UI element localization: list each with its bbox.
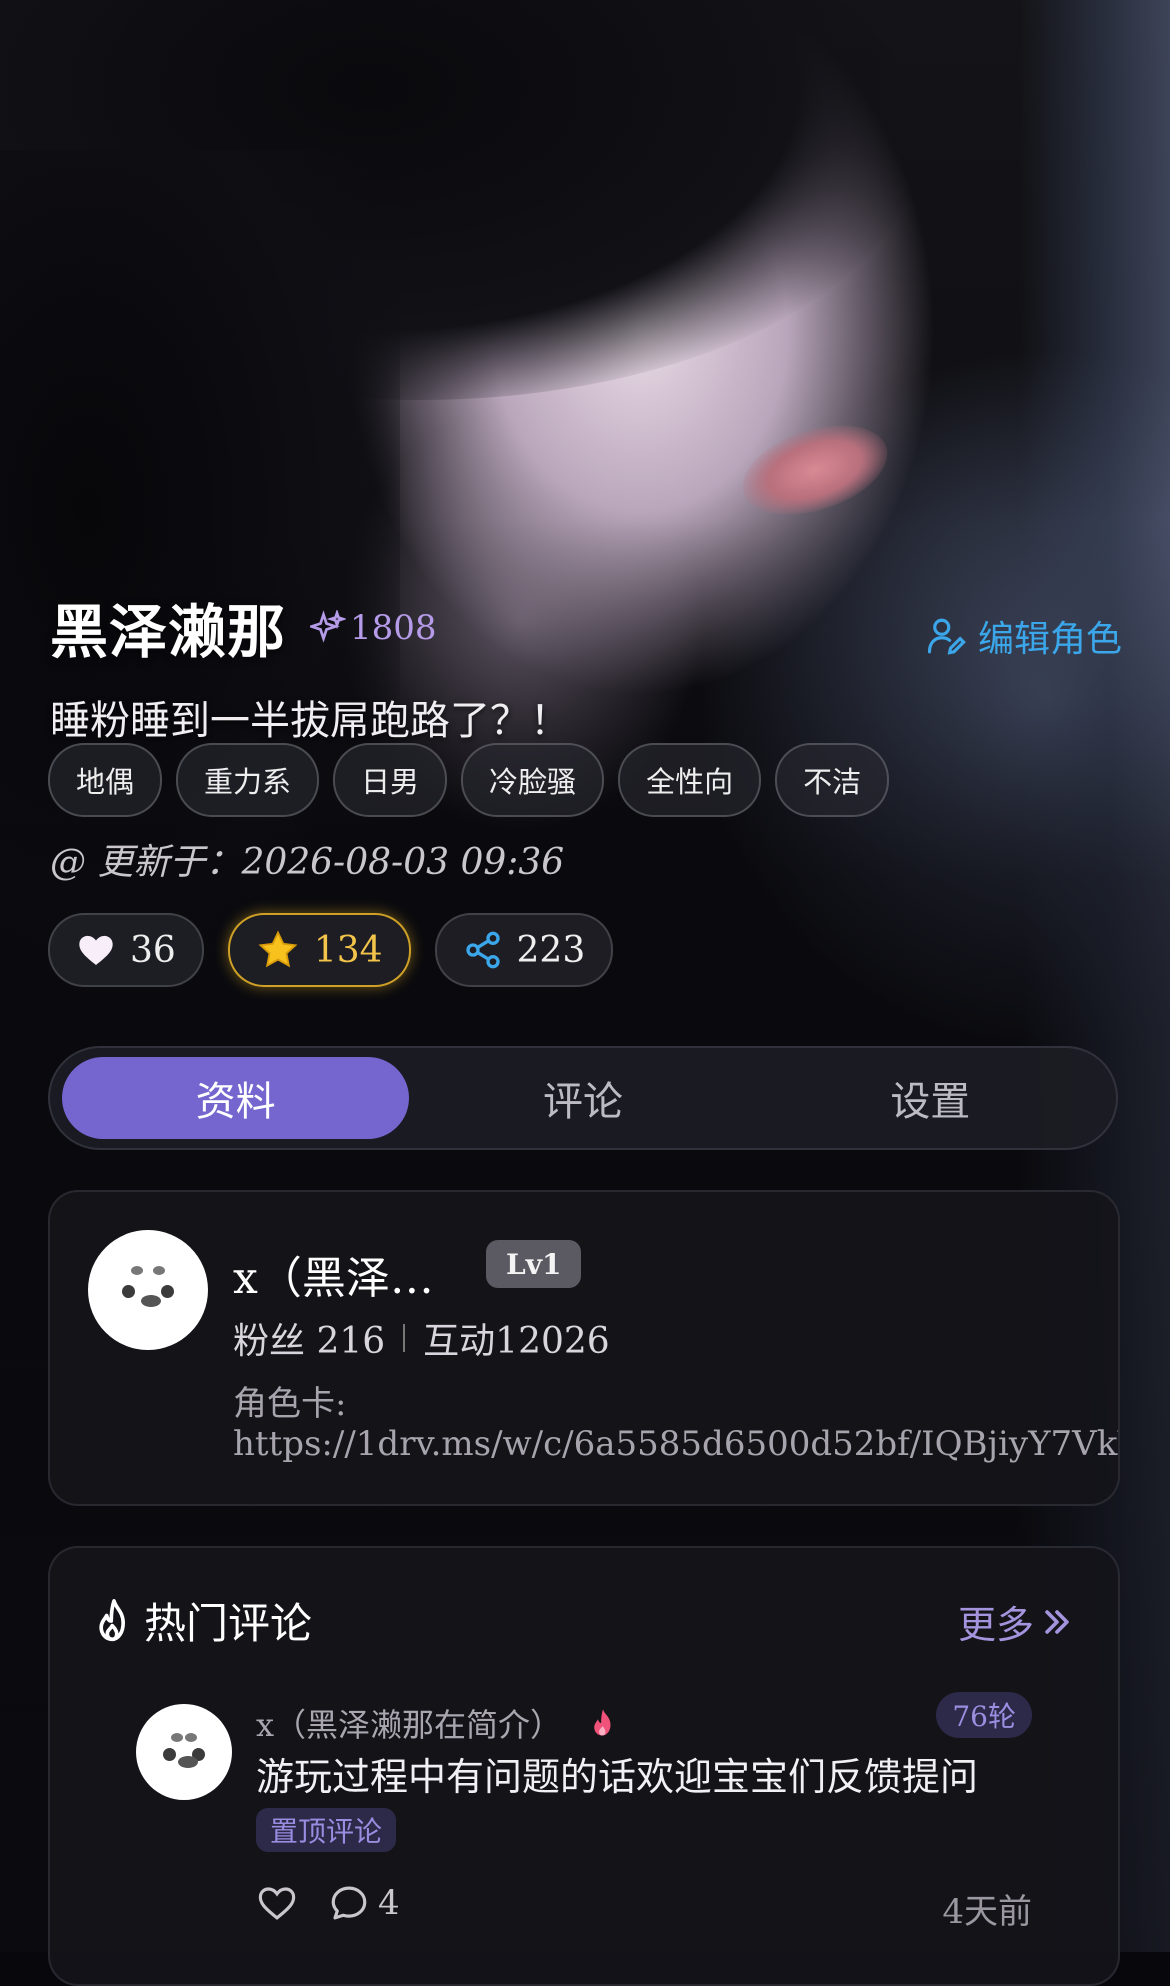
comment-time: 4天前 xyxy=(942,1892,1032,1932)
comment-actions: 4 xyxy=(256,1882,400,1924)
pinned-badge: 置顶评论 xyxy=(256,1808,397,1852)
edit-character-button[interactable]: 编辑角色 xyxy=(926,610,1122,662)
share-button[interactable]: 223 xyxy=(434,913,614,987)
star-icon xyxy=(258,930,298,968)
fire-badge-icon xyxy=(594,1709,611,1736)
author-name[interactable]: x（黑泽… xyxy=(233,1242,434,1306)
tag-list: 地偶 重力系 日男 冷脸骚 全性向 不洁 xyxy=(48,743,890,817)
hot-comments-title: 热门评论 xyxy=(144,1599,313,1648)
character-name: 黑泽濑那 xyxy=(50,598,287,666)
sparkle-icon xyxy=(310,610,346,643)
reply-count: 4 xyxy=(378,1883,400,1923)
heat-value: 1808 xyxy=(350,608,437,648)
more-comments-link[interactable]: 更多 xyxy=(958,1594,1074,1649)
fans-count: 粉丝 216 xyxy=(233,1321,386,1362)
heat-count: 1808 xyxy=(310,608,437,648)
share-icon xyxy=(465,931,500,969)
comment-text: 游玩过程中有问题的话欢迎宝宝们反馈提问 xyxy=(256,1755,979,1799)
rounds-badge: 76轮 xyxy=(936,1692,1032,1738)
chat-bubble-icon xyxy=(331,1886,367,1920)
action-stats: 36 134 223 xyxy=(48,913,614,987)
character-tagline: 睡粉睡到一半拔屌跑路了？！ xyxy=(50,698,570,744)
favorite-button[interactable]: 134 xyxy=(227,913,411,987)
edit-character-label: 编辑角色 xyxy=(977,619,1122,660)
double-chevron-right-icon xyxy=(1045,1609,1069,1634)
like-count: 36 xyxy=(130,929,176,971)
hot-comments-card: 热门评论 更多 x（黑泽濑那在简介） 76轮 游玩过程中有问题的话欢迎宝宝们反馈… xyxy=(48,1546,1120,1986)
commenter-name-row: x（黑泽濑那在简介） xyxy=(256,1700,618,1746)
tag-chip[interactable]: 冷脸骚 xyxy=(461,743,605,817)
commenter-avatar[interactable] xyxy=(136,1704,232,1800)
user-edit-icon xyxy=(927,618,966,655)
tag-chip[interactable]: 日男 xyxy=(333,743,448,817)
tag-chip[interactable]: 不洁 xyxy=(775,743,890,817)
tab-settings[interactable]: 设置 xyxy=(757,1057,1104,1139)
comment-like-button[interactable] xyxy=(256,1882,298,1924)
share-count: 223 xyxy=(516,929,586,971)
comment-reply-button[interactable]: 4 xyxy=(328,1882,400,1924)
hot-comments-header: 热门评论 xyxy=(92,1590,312,1651)
tag-chip[interactable]: 全性向 xyxy=(618,743,762,817)
level-badge: Lv1 xyxy=(486,1240,582,1288)
card-link-label: 角色卡: xyxy=(233,1384,347,1424)
like-button[interactable]: 36 xyxy=(48,913,204,987)
author-card: x（黑泽… Lv1 粉丝 216 互动12026 角色卡: https://1d… xyxy=(48,1190,1120,1506)
heart-outline-icon xyxy=(258,1887,296,1920)
tab-comments[interactable]: 评论 xyxy=(409,1057,756,1139)
flame-icon xyxy=(99,1598,125,1641)
author-stats: 粉丝 216 互动12026 xyxy=(233,1312,610,1364)
tab-bar: 资料 评论 设置 xyxy=(48,1046,1118,1150)
heart-icon xyxy=(79,935,113,965)
stats-divider xyxy=(403,1324,406,1352)
commenter-name[interactable]: x（黑泽濑那在简介） xyxy=(256,1700,562,1746)
tag-chip[interactable]: 地偶 xyxy=(48,743,163,817)
tag-chip[interactable]: 重力系 xyxy=(176,743,320,817)
more-label: 更多 xyxy=(957,1603,1034,1647)
interaction-count: 互动12026 xyxy=(423,1321,610,1362)
favorite-count: 134 xyxy=(313,929,383,971)
tab-profile[interactable]: 资料 xyxy=(62,1057,410,1139)
updated-time: @ 更新于：2026-08-03 09:36 xyxy=(50,842,565,883)
card-link[interactable]: https://1drv.ms/w/c/6a5585d6500d52bf/IQB… xyxy=(233,1424,1118,1464)
author-avatar[interactable] xyxy=(88,1230,208,1350)
